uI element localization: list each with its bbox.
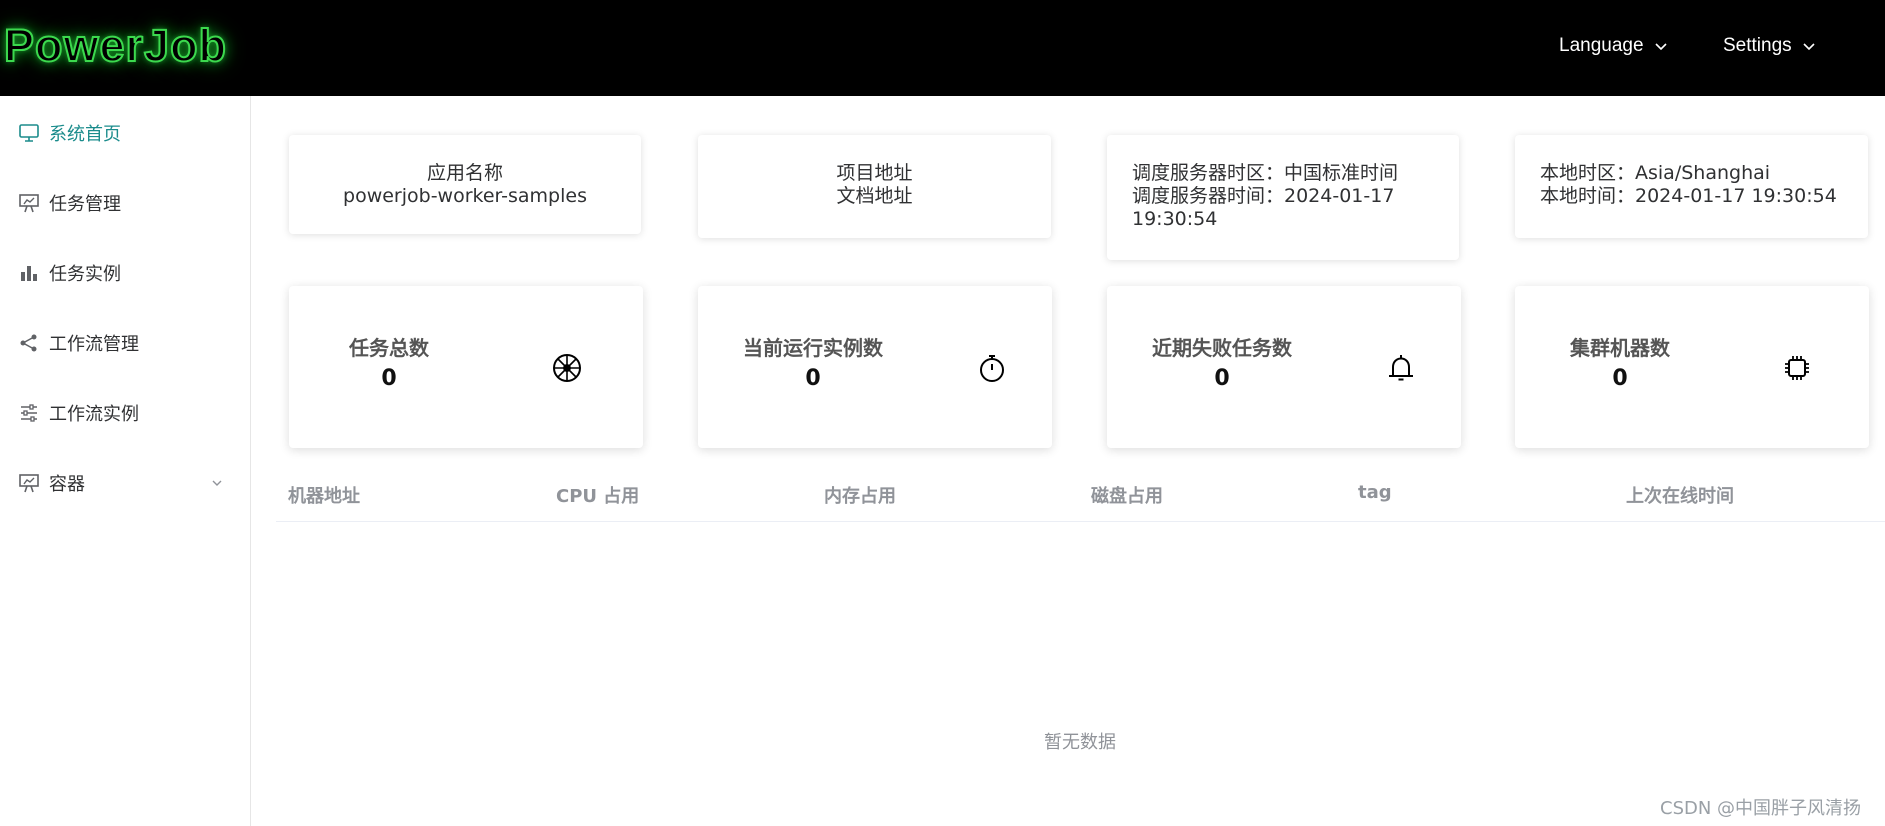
monitor-icon [19,124,39,142]
sidebar-item-home[interactable]: 系统首页 [0,105,250,161]
sidebar-item-label: 系统首页 [49,124,121,145]
table-empty-text: 暂无数据 [1044,732,1116,753]
server-timezone: 调度服务器时区：中国标准时间 [1132,162,1399,184]
stat-title: 当前运行实例数 [743,336,883,360]
column-memory-usage: 内存占用 [824,486,896,507]
links-card: 项目地址 文档地址 [698,135,1051,238]
wheel-icon [553,354,581,382]
local-timezone: 本地时区：Asia/Shanghai [1540,162,1771,184]
app-name-value: powerjob-worker-samples [343,185,587,207]
presentation-icon [19,474,39,493]
stat-title: 任务总数 [349,336,429,360]
bell-icon [1389,355,1413,381]
stat-title: 近期失败任务数 [1152,336,1292,360]
sidebar-item-instances[interactable]: 任务实例 [0,245,250,301]
stat-card-failed-jobs: 近期失败任务数 0 [1107,286,1461,448]
sidebar-item-label: 工作流管理 [49,334,139,355]
machine-table-header: 机器地址 CPU 占用 内存占用 磁盘占用 tag 上次在线时间 [276,472,1885,522]
stat-title: 集群机器数 [1570,336,1670,360]
column-last-online-time: 上次在线时间 [1626,486,1734,507]
app-info-card: 应用名称 powerjob-worker-samples [289,135,641,234]
stat-card-cluster-machines: 集群机器数 0 [1515,286,1869,448]
sidebar-item-workflow-instances[interactable]: 工作流实例 [0,385,250,441]
stat-card-running-instances: 当前运行实例数 0 [698,286,1052,448]
column-disk-usage: 磁盘占用 [1091,486,1163,507]
project-address-link[interactable]: 项目地址 [698,162,1051,185]
powerjob-logo[interactable]: PowerJob [3,19,227,72]
stat-card-total-jobs: 任务总数 0 [289,286,643,448]
column-machine-address: 机器地址 [288,486,360,507]
docs-address-link[interactable]: 文档地址 [698,185,1051,208]
stopwatch-icon [980,355,1004,382]
sidebar-item-label: 任务实例 [49,264,121,285]
stat-value: 0 [1612,366,1628,391]
chevron-down-icon [1803,43,1815,51]
settings-dropdown[interactable]: Settings [1723,30,1816,62]
sidebar-item-label: 任务管理 [49,194,121,215]
chevron-down-icon [1654,43,1667,51]
sidebar-item-workflows[interactable]: 工作流管理 [0,315,250,371]
share-icon [20,334,37,352]
stat-value: 0 [1214,366,1230,391]
column-tag: tag [1358,482,1392,503]
language-label: Language [1559,35,1644,56]
cpu-chip-icon [1785,356,1809,380]
app-name-label: 应用名称 [426,162,503,184]
column-cpu-usage: CPU 占用 [556,486,640,507]
server-time: 调度服务器时间：2024-01-17 19:30:54 [1132,185,1395,230]
sliders-icon [21,404,37,422]
sidebar-menu: 系统首页 任务管理 任务实例 工作流管理 工作流实例 容器 [0,96,251,826]
sidebar-item-label: 工作流实例 [49,404,139,425]
server-time-card: 调度服务器时区：中国标准时间 调度服务器时间：2024-01-17 19:30:… [1107,135,1459,260]
stat-value: 0 [381,366,397,391]
bar-chart-icon [21,266,37,281]
stat-value: 0 [805,366,821,391]
local-time-card: 本地时区：Asia/Shanghai 本地时间：2024-01-17 19:30… [1515,135,1868,238]
top-header: PowerJob Language Settings [0,0,1885,96]
language-dropdown[interactable]: Language [1559,30,1668,62]
settings-label: Settings [1723,35,1792,56]
sidebar-item-label: 容器 [49,474,85,495]
sidebar-item-containers[interactable]: 容器 [0,455,250,511]
chevron-down-icon [212,480,222,486]
presentation-icon [19,194,39,213]
csdn-watermark: CSDN @中国胖子风清扬 [1660,798,1862,819]
sidebar-item-jobs[interactable]: 任务管理 [0,175,250,231]
local-time: 本地时间：2024-01-17 19:30:54 [1540,185,1837,207]
